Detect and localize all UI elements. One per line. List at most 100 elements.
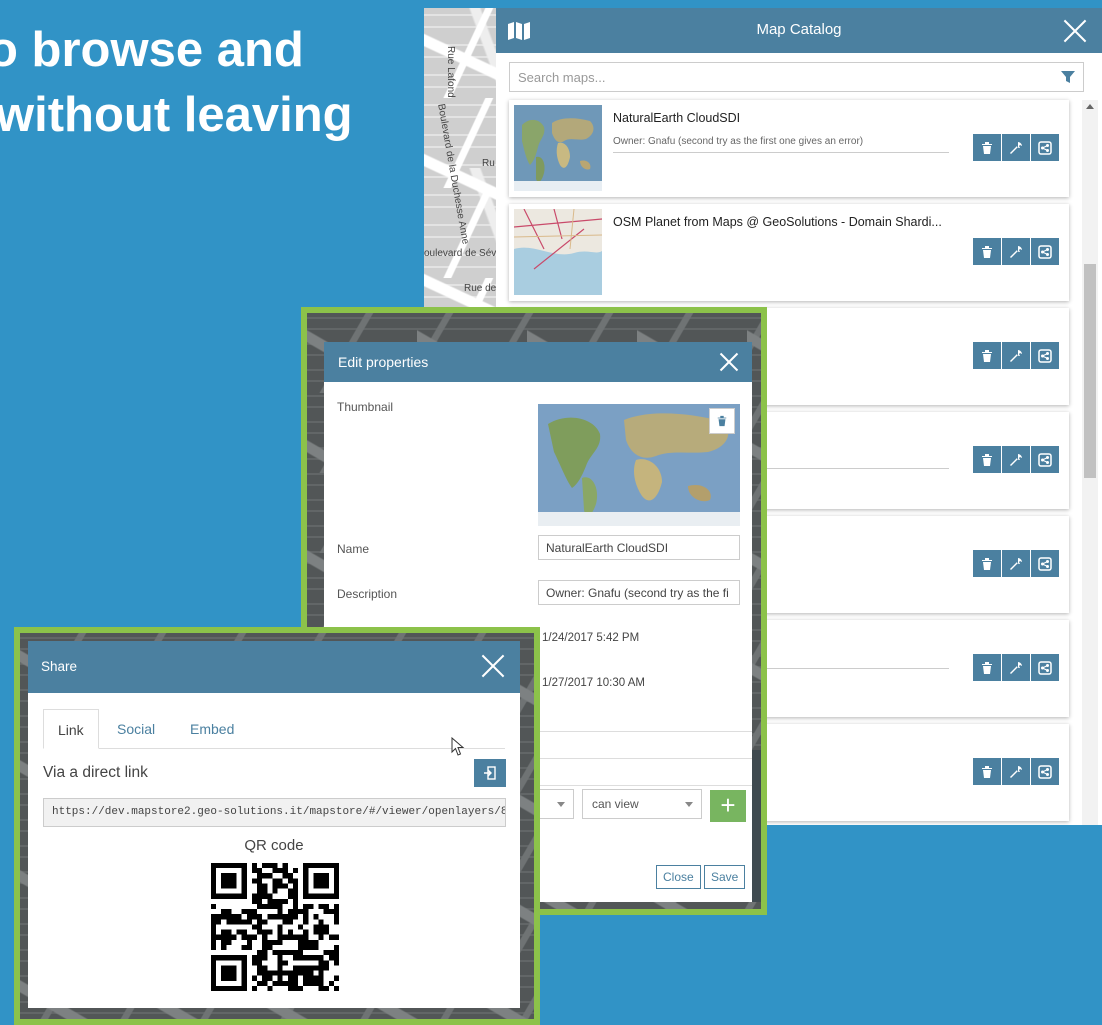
- share-map-button[interactable]: [1031, 446, 1059, 473]
- edit-map-button[interactable]: [1002, 446, 1030, 473]
- wrench-icon: [1010, 245, 1022, 258]
- delete-map-button[interactable]: [973, 550, 1001, 577]
- divider: [538, 758, 752, 759]
- qr-code: [211, 863, 339, 991]
- wrench-icon: [1010, 349, 1022, 362]
- background-map: Rue Lafond Boulevard de la Duchesse Anne…: [424, 8, 504, 308]
- description-field[interactable]: Owner: Gnafu (second try as the fi: [538, 580, 740, 605]
- trash-icon: [982, 765, 992, 778]
- map-actions: [973, 446, 1060, 473]
- wrench-icon: [1010, 661, 1022, 674]
- copy-to-clipboard-icon: [484, 766, 496, 780]
- save-button[interactable]: Save: [704, 865, 746, 889]
- delete-map-button[interactable]: [973, 342, 1001, 369]
- share-close-icon[interactable]: [480, 653, 506, 679]
- tab-link[interactable]: Link: [43, 709, 99, 749]
- map-control-strip: [752, 750, 761, 902]
- edit-map-button[interactable]: [1002, 238, 1030, 265]
- tab-embed[interactable]: Embed: [176, 709, 248, 749]
- trash-icon: [982, 453, 992, 466]
- delete-map-button[interactable]: [973, 446, 1001, 473]
- trash-icon: [982, 661, 992, 674]
- share-map-button[interactable]: [1031, 654, 1059, 681]
- catalog-title: Map Catalog: [756, 21, 842, 38]
- tab-social[interactable]: Social: [103, 709, 169, 749]
- wrench-icon: [1010, 557, 1022, 570]
- name-label: Name: [337, 542, 370, 556]
- share-map-button[interactable]: [1031, 342, 1059, 369]
- share-icon: [1038, 244, 1052, 259]
- permission-select[interactable]: can view: [582, 789, 702, 819]
- delete-map-button[interactable]: [973, 654, 1001, 681]
- remove-thumbnail-button[interactable]: [709, 408, 735, 434]
- share-dialog: Share Link Social Embed Via a direct lin…: [28, 641, 520, 1008]
- edit-map-button[interactable]: [1002, 758, 1030, 785]
- edit-map-button[interactable]: [1002, 342, 1030, 369]
- chevron-down-icon: [557, 802, 565, 807]
- map-actions: [973, 550, 1060, 577]
- delete-map-button[interactable]: [973, 238, 1001, 265]
- share-map-button[interactable]: [1031, 758, 1059, 785]
- divider: [538, 731, 752, 732]
- share-tabs: Link Social Embed: [43, 709, 505, 749]
- share-icon: [1038, 348, 1052, 363]
- copy-link-button[interactable]: [474, 759, 506, 787]
- share-icon: [1038, 140, 1052, 155]
- share-icon: [1038, 452, 1052, 467]
- trash-icon: [982, 557, 992, 570]
- share-icon: [1038, 660, 1052, 675]
- catalog-header: Map Catalog: [496, 8, 1102, 53]
- edit-map-button[interactable]: [1002, 134, 1030, 161]
- created-date: 1/24/2017 5:42 PM: [542, 632, 640, 644]
- trash-icon: [982, 141, 992, 154]
- wrench-icon: [1010, 765, 1022, 778]
- headline: o browse and without leaving: [0, 18, 353, 148]
- modified-date: 1/27/2017 10:30 AM: [542, 677, 645, 689]
- street-label: Rue de: [464, 283, 497, 294]
- share-frame: Share Link Social Embed Via a direct lin…: [14, 627, 540, 1025]
- share-map-button[interactable]: [1031, 550, 1059, 577]
- filter-icon[interactable]: [1061, 70, 1075, 84]
- search-maps-field[interactable]: [509, 62, 1084, 92]
- dialog-title: Edit properties: [338, 354, 429, 370]
- description-label: Description: [337, 587, 398, 601]
- catalog-scrollbar[interactable]: [1082, 100, 1098, 825]
- street-label: oulevard de Sév: [424, 248, 497, 259]
- street-label: Rue Lafond: [445, 46, 456, 98]
- headline-line-1: o browse and: [0, 23, 304, 77]
- map-description: Owner: Gnafu (second try as the first on…: [613, 136, 949, 153]
- dialog-title: Share: [41, 659, 78, 674]
- share-map-button[interactable]: [1031, 134, 1059, 161]
- map-actions: [973, 134, 1060, 161]
- share-url-field[interactable]: https://dev.mapstore2.geo-solutions.it/m…: [43, 798, 506, 827]
- edit-map-button[interactable]: [1002, 654, 1030, 681]
- wrench-icon: [1010, 141, 1022, 154]
- search-input[interactable]: [510, 63, 1030, 91]
- map-thumbnail: [514, 209, 602, 295]
- map-title[interactable]: OSM Planet from Maps @ GeoSolutions - Do…: [613, 215, 953, 229]
- catalog-close-icon[interactable]: [1062, 18, 1088, 44]
- edit-close-icon[interactable]: [716, 349, 742, 375]
- map-actions: [973, 758, 1060, 785]
- share-icon: [1038, 764, 1052, 779]
- edit-map-button[interactable]: [1002, 550, 1030, 577]
- chevron-down-icon: [685, 802, 693, 807]
- delete-map-button[interactable]: [973, 134, 1001, 161]
- street-label: Boulevard de la Duchesse Anne: [435, 103, 471, 246]
- map-title[interactable]: NaturalEarth CloudSDI: [613, 111, 953, 125]
- map-card[interactable]: OSM Planet from Maps @ GeoSolutions - Do…: [509, 204, 1069, 301]
- scrollbar-thumb[interactable]: [1084, 264, 1096, 478]
- delete-map-button[interactable]: [973, 758, 1001, 785]
- trash-icon: [717, 415, 727, 427]
- name-field[interactable]: NaturalEarth CloudSDI: [538, 535, 740, 560]
- map-actions: [973, 342, 1060, 369]
- map-card[interactable]: NaturalEarth CloudSDI Owner: Gnafu (seco…: [509, 100, 1069, 197]
- close-button[interactable]: Close: [656, 865, 701, 889]
- scroll-up-icon[interactable]: [1086, 104, 1094, 109]
- map-thumbnail: [514, 105, 602, 191]
- share-map-button[interactable]: [1031, 238, 1059, 265]
- add-permission-button[interactable]: +: [710, 790, 746, 822]
- street-label: Ru: [482, 158, 495, 169]
- share-icon: [1038, 556, 1052, 571]
- headline-line-2: without leaving: [0, 88, 353, 142]
